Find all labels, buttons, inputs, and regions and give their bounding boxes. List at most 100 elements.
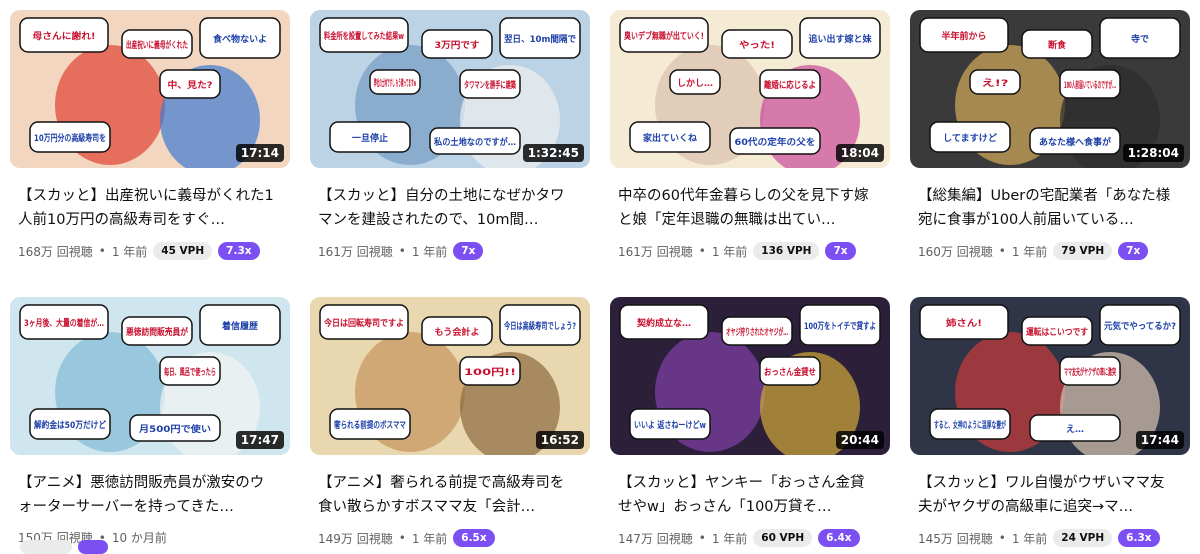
video-card[interactable]: 今日は回転寿司ですよ 今日は高級寿司でしょう? もう会計よ奢られる前提のボスママ 10…	[300, 297, 590, 547]
duration-badge: 1:28:04	[1122, 144, 1184, 162]
video-meta: 149万 回視聴 • 1 年前 6.5x	[318, 529, 590, 547]
thumb-caption: 一旦停止	[329, 121, 411, 153]
separator-dot: •	[98, 244, 106, 258]
thumb-caption: 運転はこいつです	[1021, 316, 1093, 346]
svg-text:寺で: 寺で	[1131, 33, 1149, 45]
thumb-caption: 奢られる前提のボスママ	[329, 408, 411, 440]
outlier-multiplier-badge	[78, 540, 108, 554]
view-count: 145万 回視聴	[918, 531, 993, 546]
svg-text:してますけど: してますけど	[943, 132, 997, 144]
thumb-caption: え…	[1029, 414, 1121, 442]
thumb-caption: 家出ていくね	[629, 121, 711, 153]
svg-text:中、見た?: 中、見た?	[168, 79, 213, 91]
upload-age: 1 年前	[1011, 244, 1048, 259]
svg-text:え…: え…	[1066, 424, 1084, 435]
svg-text:臭いデブ無職が出ていく!: 臭いデブ無職が出ていく!	[624, 30, 704, 42]
svg-text:着信履歴: 着信履歴	[221, 320, 258, 332]
duration-badge: 17:14	[235, 144, 284, 162]
video-thumbnail[interactable]: 半年前から 寺で断食してますけど 100人前届いているのですが… あなた様へ食事が え!…	[910, 10, 1190, 168]
thumb-caption: 月500円で使い	[129, 414, 221, 442]
thumb-caption: 60代の定年の父を	[729, 127, 821, 155]
svg-text:弊社の土地ですし もう建ってますw: 弊社の土地ですし もう建ってますw	[374, 77, 416, 89]
duration-badge: 16:52	[535, 431, 584, 449]
video-thumbnail[interactable]: 今日は回転寿司ですよ 今日は高級寿司でしょう? もう会計よ奢られる前提のボスママ 10…	[310, 297, 590, 455]
duration-badge: 20:44	[835, 431, 884, 449]
video-title[interactable]: 【スカッと】出産祝いに義母がくれた1人前10万円の高級寿司をすぐ…	[18, 184, 278, 232]
thumb-caption: しかし…	[669, 69, 721, 95]
video-card[interactable]: 母さんに謝れ! 食べ物ないよ 出産祝いに義母がくれた 10万円分の高級寿司を 中、見た?…	[0, 10, 290, 260]
svg-text:すると、女神のように温厚な妻が: すると、女神のように温厚な妻が	[934, 419, 1007, 431]
svg-text:離婚に応じるよ: 離婚に応じるよ	[764, 79, 816, 91]
video-thumbnail[interactable]: 料金所を設置してみた結果w 翌日、10m間隔で 3万円です 一旦停止 タワマンを勝手に建…	[310, 10, 590, 168]
svg-text:今日は回転寿司ですよ: 今日は回転寿司ですよ	[323, 317, 404, 329]
separator-dot: •	[398, 244, 406, 258]
svg-text:毎日、風呂で使ったら: 毎日、風呂で使ったら	[164, 366, 216, 378]
thumb-caption: え!?	[969, 69, 1021, 95]
video-thumbnail[interactable]: 母さんに謝れ! 食べ物ないよ 出産祝いに義母がくれた 10万円分の高級寿司を 中、見た?…	[10, 10, 290, 168]
video-card[interactable]: 臭いデブ無職が出ていく! 追い出す嫁と妹 やった! 家出ていくね 離婚に応じるよ 60代の…	[600, 10, 890, 260]
svg-text:翌日、10m間隔で: 翌日、10m間隔で	[504, 33, 576, 45]
svg-text:もう会計よ: もう会計よ	[435, 326, 480, 338]
video-thumbnail[interactable]: 姉さん! 元気でやってるか? 運転はこいつですすると、女神のように温厚な妻が ママ友夫…	[910, 297, 1190, 455]
svg-text:断食: 断食	[1048, 39, 1067, 51]
outlier-multiplier-badge: 6.3x	[1118, 529, 1160, 547]
thumb-caption: 翌日、10m間隔で	[499, 17, 581, 59]
video-meta: 161万 回視聴 • 1 年前 7x	[318, 242, 590, 260]
video-title[interactable]: 【アニメ】悪徳訪問販売員が激安のウォーターサーバーを持ってきた…	[18, 471, 278, 519]
video-title[interactable]: 【スカッと】ワル自慢がウザいママ友夫がヤクザの高級車に追突→マ…	[918, 471, 1178, 519]
vph-badge: 60 VPH	[753, 529, 813, 547]
video-card[interactable]: 契約成立な… 100万をトイチで貸すよオヤジ狩りされたオヤジが… いいよ 返さねーけ…	[600, 297, 890, 547]
svg-text:姉さん!: 姉さん!	[946, 317, 982, 329]
view-count: 160万 回視聴	[918, 244, 993, 259]
video-title[interactable]: 中卒の60代年金暮らしの父を見下す嫁と娘「定年退職の無職は出てい…	[618, 184, 878, 232]
thumb-caption: してますけど	[929, 121, 1011, 153]
video-meta: 145万 回視聴 • 1 年前 24 VPH 6.3x	[918, 529, 1190, 547]
upload-age: 1 年前	[711, 531, 748, 546]
video-title[interactable]: 【スカッと】自分の土地になぜかタワマンを建設されたので、10m間…	[318, 184, 578, 232]
thumb-caption: ママ友夫がヤクザの車に激突	[1059, 356, 1121, 386]
thumb-caption: 臭いデブ無職が出ていく!	[619, 17, 709, 53]
thumb-caption: 3万円です	[421, 29, 493, 59]
outlier-multiplier-badge: 7x	[825, 242, 856, 260]
svg-text:60代の定年の父を: 60代の定年の父を	[735, 136, 816, 148]
upload-age: 1 年前	[411, 244, 448, 259]
thumb-caption: 弊社の土地ですし もう建ってますw	[369, 69, 421, 95]
video-card[interactable]: 半年前から 寺で断食してますけど 100人前届いているのですが… あなた様へ食事が え!…	[900, 10, 1190, 260]
video-title[interactable]: 【総集編】Uberの宅配業者「あなた様宛に食事が100人前届いている…	[918, 184, 1178, 232]
thumb-caption: 食べ物ないよ	[199, 17, 281, 59]
thumb-caption: 出産祝いに義母がくれた	[121, 29, 193, 59]
video-grid: 母さんに謝れ! 食べ物ないよ 出産祝いに義母がくれた 10万円分の高級寿司を 中、見た?…	[0, 0, 1200, 554]
svg-text:契約成立な…: 契約成立な…	[636, 317, 691, 329]
view-count: 149万 回視聴	[318, 531, 393, 546]
vph-badge: 136 VPH	[753, 242, 820, 260]
vph-badge: 24 VPH	[1053, 529, 1113, 547]
video-card[interactable]: 3ヶ月後、大量の着信が… 着信履歴 悪徳訪問販売員が 解約金は50万だけど 毎日、風呂で…	[0, 297, 290, 546]
video-thumbnail[interactable]: 契約成立な… 100万をトイチで貸すよオヤジ狩りされたオヤジが… いいよ 返さねーけ…	[610, 297, 890, 455]
duration-badge: 17:47	[235, 431, 284, 449]
video-card[interactable]: 姉さん! 元気でやってるか? 運転はこいつですすると、女神のように温厚な妻が ママ友夫…	[900, 297, 1190, 547]
thumb-caption: 100万をトイチで貸すよ	[799, 304, 881, 346]
svg-text:おっさん金貸せ: おっさん金貸せ	[764, 366, 816, 378]
svg-text:出産祝いに義母がくれた: 出産祝いに義母がくれた	[126, 39, 188, 51]
thumb-caption: 100円!!	[459, 356, 521, 386]
svg-text:半年前から: 半年前から	[942, 30, 987, 42]
svg-text:あなた様へ食事が: あなた様へ食事が	[1039, 136, 1112, 148]
video-thumbnail[interactable]: 3ヶ月後、大量の着信が… 着信履歴 悪徳訪問販売員が 解約金は50万だけど 毎日、風呂で…	[10, 297, 290, 455]
cutoff-badges	[20, 540, 108, 554]
view-count: 168万 回視聴	[18, 244, 93, 259]
thumb-caption: おっさん金貸せ	[759, 356, 821, 386]
thumb-caption: 着信履歴	[199, 304, 281, 346]
video-meta: 147万 回視聴 • 1 年前 60 VPH 6.4x	[618, 529, 890, 547]
thumb-caption: 中、見た?	[159, 69, 221, 99]
thumb-caption: あなた様へ食事が	[1029, 127, 1121, 155]
video-title[interactable]: 【スカッと】ヤンキー「おっさん金貸せやw」おっさん「100万貸そ…	[618, 471, 878, 519]
outlier-multiplier-badge: 7x	[453, 242, 484, 260]
svg-text:オヤジ狩りされたオヤジが…: オヤジ狩りされたオヤジが…	[726, 326, 788, 338]
thumb-caption: 断食	[1021, 29, 1093, 59]
view-count: 161万 回視聴	[618, 244, 693, 259]
video-title[interactable]: 【アニメ】奢られる前提で高級寿司を食い散らかすボスママ友「会計…	[318, 471, 578, 519]
view-count: 147万 回視聴	[618, 531, 693, 546]
video-card[interactable]: 料金所を設置してみた結果w 翌日、10m間隔で 3万円です 一旦停止 タワマンを勝手に建…	[300, 10, 590, 260]
video-thumbnail[interactable]: 臭いデブ無職が出ていく! 追い出す嫁と妹 やった! 家出ていくね 離婚に応じるよ 60代の…	[610, 10, 890, 168]
outlier-multiplier-badge: 7.3x	[218, 242, 260, 260]
